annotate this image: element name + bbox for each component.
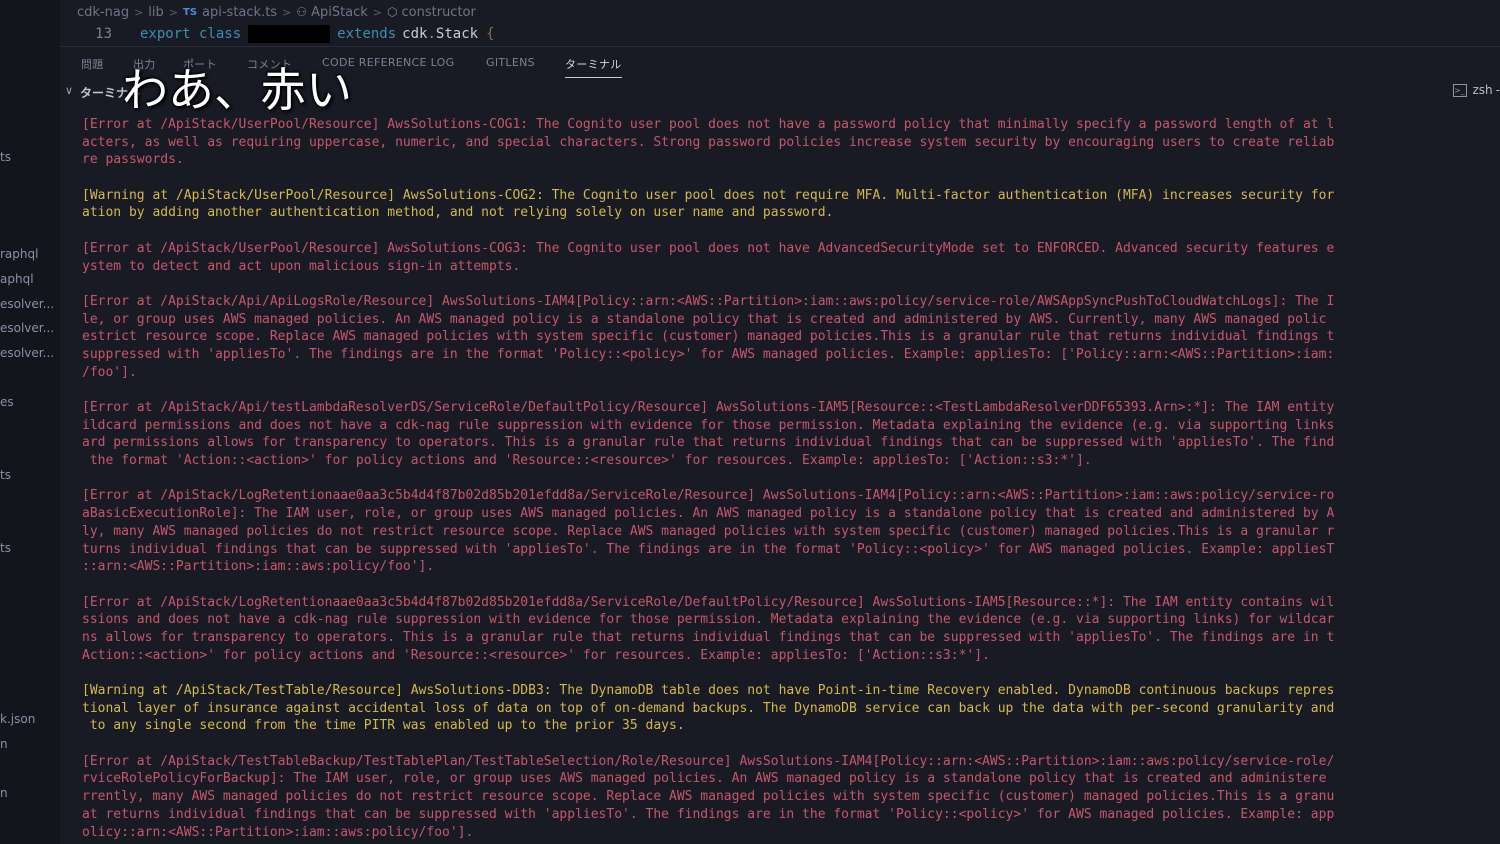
- terminal-line: ation by adding another authentication m…: [82, 205, 834, 221]
- terminal-error-message: [Error at /ApiStack/Api/ApiLogsRole/Reso…: [82, 293, 1500, 381]
- terminal-line: at returns individual findings that can …: [82, 806, 1335, 822]
- panel-tab[interactable]: 問題: [81, 56, 104, 72]
- terminal-error-message: [Error at /ApiStack/UserPool/Resource] A…: [82, 116, 1500, 169]
- sidebar-item[interactable]: esolver...: [0, 297, 60, 311]
- terminal-line: estrict resource scope. Replace AWS mana…: [82, 329, 1335, 345]
- breadcrumb-item[interactable]: TS api-stack.ts: [183, 5, 277, 20]
- terminal-warning-message: [Warning at /ApiStack/TestTable/Resource…: [82, 682, 1500, 735]
- terminal-line: le, or group uses AWS managed policies. …: [82, 311, 1327, 327]
- terminal-line: turns individual findings that can be su…: [82, 541, 1335, 557]
- base-namespace: cdk: [402, 26, 428, 42]
- terminal-error-message: [Error at /ApiStack/LogRetentionaae0aa3c…: [82, 487, 1500, 575]
- editor-code-line[interactable]: 13 export class extends cdk. Stack {: [60, 22, 1500, 46]
- breadcrumb-separator-icon: >: [282, 5, 292, 19]
- terminal-error-message: [Error at /ApiStack/Api/testLambdaResolv…: [82, 399, 1500, 470]
- terminal-line: [Error at /ApiStack/Api/ApiLogsRole/Reso…: [82, 293, 1335, 309]
- open-brace: {: [486, 26, 495, 42]
- terminal-line: [Error at /ApiStack/Api/testLambdaResolv…: [82, 400, 1335, 415]
- line-number: 13: [95, 26, 112, 42]
- sidebar-item[interactable]: aphql: [0, 272, 60, 286]
- terminal-line: suppressed with 'appliesTo'. The finding…: [82, 346, 1335, 362]
- breadcrumb-item[interactable]: ⬡ constructor: [387, 5, 476, 20]
- sidebar-item[interactable]: ts: [0, 150, 60, 164]
- terminal-line: olicy::arn:<AWS::Partition>:iam::aws:pol…: [82, 824, 474, 840]
- terminal-error-message: [Error at /ApiStack/UserPool/Resource] A…: [82, 240, 1500, 275]
- breadcrumb-label: api-stack.ts: [202, 4, 278, 20]
- terminal-line: tional layer of insurance against accide…: [82, 700, 1335, 716]
- panel-tab[interactable]: ターミナル: [565, 56, 622, 78]
- method-icon: ⬡: [387, 5, 398, 19]
- terminal-line: ::arn:<AWS::Partition>:iam::aws:policy/f…: [82, 559, 435, 575]
- breadcrumb-label: cdk-nag: [77, 4, 130, 20]
- terminal-line: /foo'].: [82, 364, 137, 380]
- sidebar-item[interactable]: ts: [0, 541, 60, 555]
- breadcrumb-separator-icon: >: [372, 5, 383, 19]
- terminal-line: ly, many AWS managed policies do not res…: [82, 523, 1335, 539]
- terminal-error-message: [Error at /ApiStack/TestTableBackup/Test…: [82, 753, 1500, 841]
- terminal-line: to any single second from the time PITR …: [82, 718, 685, 734]
- sidebar-item[interactable]: esolver...: [0, 346, 60, 360]
- terminal-line: [Error at /ApiStack/TestTableBackup/Test…: [82, 753, 1335, 769]
- explorer-sidebar: ts raphql aphql esolver... esolver... esolver…: [0, 0, 60, 844]
- class-icon: ⚇: [296, 5, 308, 19]
- breadcrumb-label: constructor: [401, 4, 476, 20]
- terminal-line: the format 'Action::<action>' for policy…: [82, 453, 1092, 469]
- keyword-extends: extends: [337, 26, 397, 42]
- breadcrumb-label: lib: [148, 4, 164, 20]
- terminal-icon: >_: [1452, 83, 1467, 97]
- terminal-error-message: [Error at /ApiStack/LogRetentionaae0aa3c…: [82, 594, 1500, 665]
- terminal-warning-message: [Warning at /ApiStack/UserPool/Resource]…: [82, 187, 1500, 222]
- sidebar-item[interactable]: k.json: [0, 712, 60, 726]
- terminal-line: ystem to detect and act upon malicious s…: [82, 258, 521, 274]
- terminal-line: ildcard permissions and does not have a …: [82, 417, 1335, 433]
- panel-tab[interactable]: GITLENS: [486, 56, 535, 69]
- terminal-line: Action::<action>' for policy actions and…: [82, 647, 990, 663]
- overlay-caption: わあ、赤い: [122, 63, 352, 117]
- breadcrumb-separator-icon: >: [168, 5, 178, 19]
- sidebar-item[interactable]: n: [0, 786, 60, 800]
- terminal-line: ssions and does not have a cdk-nag rule …: [82, 612, 1335, 628]
- terminal-line: aBasicExecutionRole]: The IAM user, role…: [82, 506, 1335, 522]
- chevron-down-icon[interactable]: ∨: [65, 84, 73, 97]
- shell-chevron: -: [1495, 83, 1500, 97]
- terminal-shell-selector[interactable]: >_ zsh -: [1452, 83, 1500, 97]
- terminal-line: acters, as well as requiring uppercase, …: [82, 134, 1335, 150]
- terminal-line: [Error at /ApiStack/LogRetentionaae0aa3c…: [82, 488, 1335, 504]
- terminal-line: [Warning at /ApiStack/UserPool/Resource]…: [82, 187, 1335, 203]
- sidebar-item[interactable]: raphql: [0, 247, 60, 261]
- terminal-line: re passwords.: [82, 152, 184, 168]
- breadcrumb-item[interactable]: lib: [148, 5, 163, 20]
- breadcrumb: cdk-nag > lib > TS api-stack.ts > ⚇ ApiStack > ⬡ co…: [77, 3, 476, 21]
- sidebar-item[interactable]: n: [0, 737, 60, 751]
- terminal-line: rrently, many AWS managed policies do no…: [82, 789, 1335, 805]
- terminal-line: [Error at /ApiStack/LogRetentionaae0aa3c…: [82, 594, 1335, 610]
- sidebar-item[interactable]: esolver...: [0, 321, 60, 335]
- breadcrumb-separator-icon: >: [134, 5, 144, 19]
- terminal-line: [Warning at /ApiStack/TestTable/Resource…: [82, 683, 1335, 698]
- sidebar-item[interactable]: ts: [0, 468, 60, 482]
- redacted-class-name: [248, 25, 331, 43]
- terminal-line: ns allows for transparency to operators.…: [82, 629, 1335, 645]
- base-class-name: Stack: [435, 26, 479, 42]
- keyword-export-class: export class: [140, 26, 242, 42]
- sidebar-item[interactable]: es: [0, 395, 60, 409]
- breadcrumb-label: ApiStack: [311, 4, 368, 20]
- terminal-line: rviceRolePolicyForBackup]: The IAM user,…: [82, 771, 1327, 787]
- terminal-output[interactable]: [Error at /ApiStack/UserPool/Resource] A…: [82, 116, 1500, 844]
- terminal-line: [Error at /ApiStack/UserPool/Resource] A…: [82, 240, 1335, 256]
- terminal-line: ard permissions allows for transparency …: [82, 435, 1335, 451]
- base-dot: .: [427, 26, 436, 42]
- breadcrumb-item[interactable]: cdk-nag: [77, 5, 129, 20]
- ts-icon: TS: [183, 6, 198, 18]
- shell-label: zsh: [1472, 83, 1493, 97]
- breadcrumb-item[interactable]: ⚇ ApiStack: [296, 5, 368, 20]
